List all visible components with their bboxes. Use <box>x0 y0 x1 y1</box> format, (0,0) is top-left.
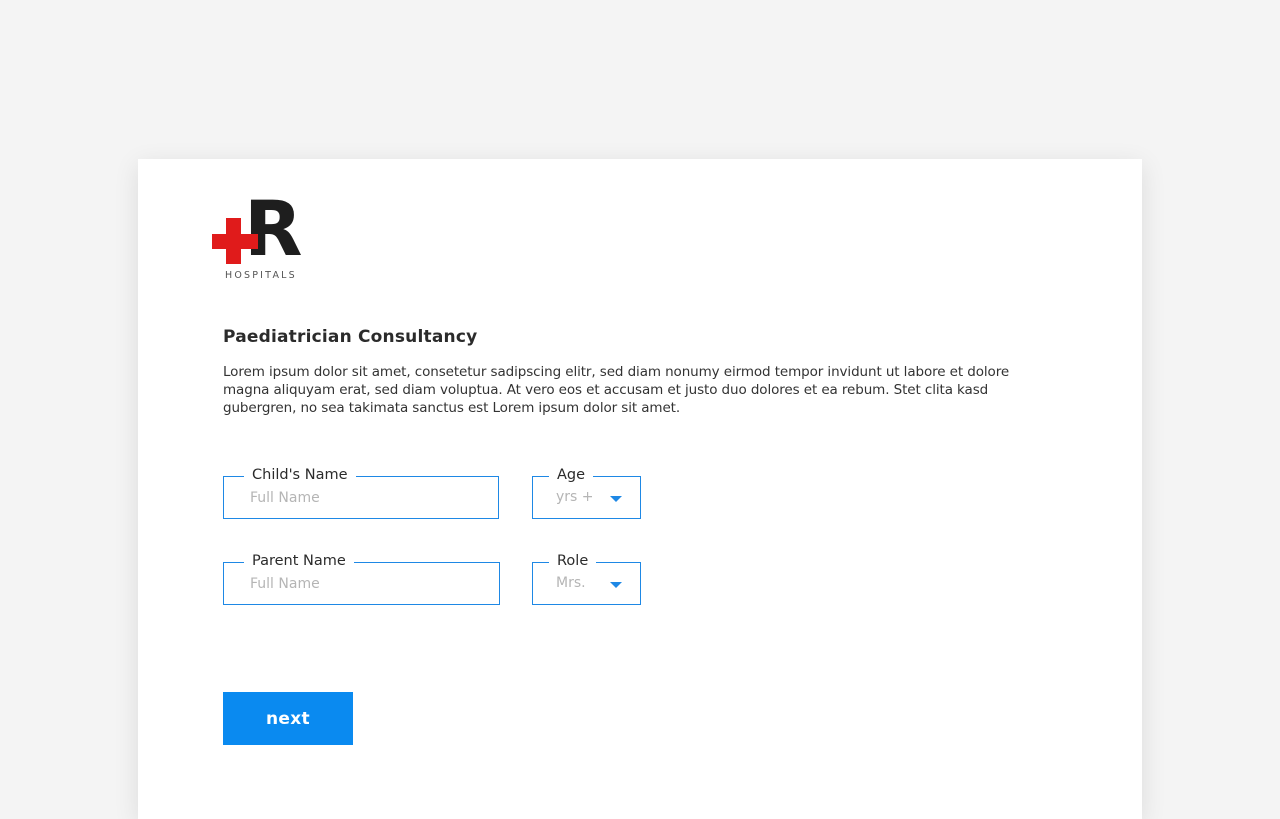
page-title: Paediatrician Consultancy <box>223 327 478 347</box>
parent-name-field: Parent Name <box>223 551 500 605</box>
hospital-logo: R HOSPITALS <box>212 191 310 284</box>
role-value: Mrs. <box>556 575 586 591</box>
chevron-down-icon <box>610 496 622 502</box>
child-name-field: Child's Name <box>223 465 499 519</box>
page-description: Lorem ipsum dolor sit amet, consetetur s… <box>223 364 1010 416</box>
next-button[interactable]: next <box>223 692 353 745</box>
parent-name-input[interactable] <box>224 563 499 604</box>
child-name-input[interactable] <box>224 477 498 518</box>
logo-letter: R <box>244 184 303 273</box>
form-card: R HOSPITALS Paediatrician Consultancy Lo… <box>138 159 1142 819</box>
age-select[interactable]: Age yrs + <box>532 465 641 519</box>
age-label: Age <box>549 465 594 485</box>
logo-subtitle: HOSPITALS <box>225 270 297 281</box>
role-label: Role <box>549 551 597 571</box>
role-select[interactable]: Role Mrs. <box>532 551 641 605</box>
age-value: yrs + <box>556 489 594 505</box>
red-cross-icon-bar <box>212 234 258 249</box>
chevron-down-icon <box>610 582 622 588</box>
